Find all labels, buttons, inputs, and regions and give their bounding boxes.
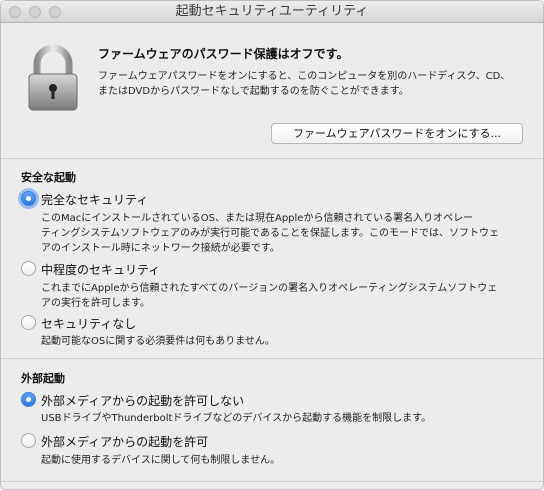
description-line: 起動に使用するデバイスに関して何も制限しません。 <box>41 455 281 466</box>
description-line: アの実行を許可します。 <box>41 298 150 309</box>
firmware-description: ファームウェアパスワードをオンにすると、このコンピュータを別のハードディスク、C… <box>98 69 528 99</box>
radio-disallow-external-boot[interactable] <box>21 392 36 407</box>
firmware-password-pane: ファームウェアのパスワード保護はオフです。 ファームウェアパスワードをオンにする… <box>1 24 543 158</box>
description-line: これまでにAppleから信頼されたすべてのバージョンの署名入りオペレーティングシ… <box>41 283 498 294</box>
radio-full-security[interactable] <box>21 191 36 206</box>
full-security-label[interactable]: 完全なセキュリティ <box>41 191 148 208</box>
allow-external-boot-label[interactable]: 外部メディアからの起動を許可 <box>41 433 208 450</box>
medium-security-description: これまでにAppleから信頼されたすべてのバージョンの署名入りオペレーティングシ… <box>41 281 511 311</box>
radio-allow-external-boot[interactable] <box>21 433 36 448</box>
divider <box>1 358 543 359</box>
turn-on-firmware-password-button[interactable]: ファームウェアパスワードをオンにする... <box>271 123 523 144</box>
external-boot-heading: 外部起動 <box>21 372 65 385</box>
description-line: USBドライブやThunderboltドライブなどのデバイスから起動する機能を制… <box>41 413 432 424</box>
startup-security-window: 起動セキュリティユーティリティ ファームウェアのパスワード保護はオフです。 ファ… <box>0 0 544 490</box>
no-security-description: 起動可能なOSに関する必須要件は何もありません。 <box>41 334 511 349</box>
disallow-external-boot-label[interactable]: 外部メディアからの起動を許可しない <box>41 392 244 409</box>
lock-icon <box>28 44 78 111</box>
allow-external-boot-description: 起動に使用するデバイスに関して何も制限しません。 <box>41 453 511 468</box>
radio-medium-security[interactable] <box>21 261 36 276</box>
firmware-description-line: またはDVDからパスワードなしで起動するのを防ぐことができます。 <box>98 86 409 97</box>
description-line: アのインストール時にネットワーク接続が必要です。 <box>41 243 280 254</box>
description-line: このMacにインストールされているOS、または現在Appleから信頼されている署… <box>41 213 474 224</box>
full-security-description: このMacにインストールされているOS、または現在Appleから信頼されている署… <box>41 211 511 256</box>
secure-boot-heading: 安全な起動 <box>21 171 76 184</box>
window-title: 起動セキュリティユーティリティ <box>175 4 369 19</box>
divider <box>1 481 543 482</box>
divider <box>1 158 543 159</box>
firmware-status-heading: ファームウェアのパスワード保護はオフです。 <box>98 47 349 61</box>
medium-security-label[interactable]: 中程度のセキュリティ <box>41 261 160 278</box>
title-bar: 起動セキュリティユーティリティ <box>1 1 543 23</box>
description-line: ティングシステムソフトウェアのみが実行可能であることを保証します。このモードでは… <box>41 228 499 239</box>
no-security-label[interactable]: セキュリティなし <box>41 315 136 332</box>
description-line: 起動可能なOSに関する必須要件は何もありません。 <box>41 336 275 347</box>
disallow-external-boot-description: USBドライブやThunderboltドライブなどのデバイスから起動する機能を制… <box>41 411 511 426</box>
firmware-description-line: ファームウェアパスワードをオンにすると、このコンピュータを別のハードディスク、C… <box>98 71 511 82</box>
radio-no-security[interactable] <box>21 315 36 330</box>
